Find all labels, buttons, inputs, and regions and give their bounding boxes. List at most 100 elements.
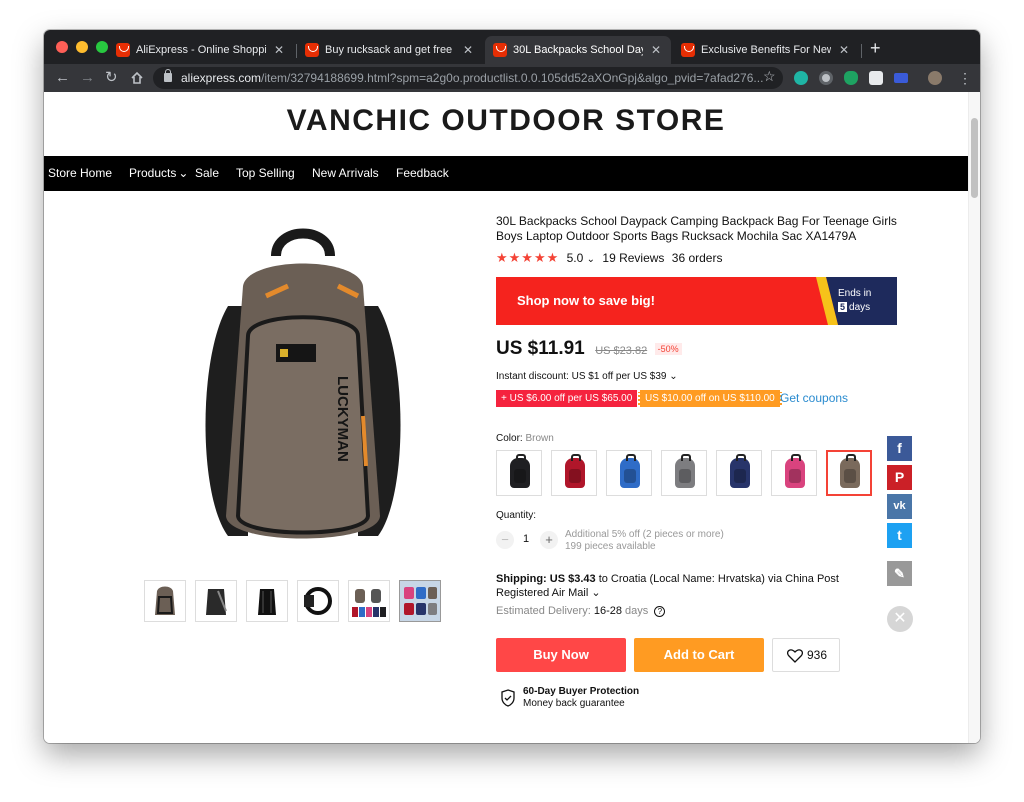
shipping-info[interactable]: Shipping: US $3.43 to Croatia (Local Nam… xyxy=(496,572,876,600)
orders-count: 36 orders xyxy=(671,251,723,265)
extension-screen-icon[interactable] xyxy=(894,73,908,83)
backpack-icon xyxy=(785,454,805,488)
product-title: 30L Backpacks School Daypack Camping Bac… xyxy=(496,214,897,243)
quantity-available: 199 pieces available xyxy=(565,541,656,552)
color-swatch-pink[interactable] xyxy=(771,450,817,496)
tab-title: Exclusive Benefits For Newcom xyxy=(701,44,831,56)
minimize-window-button[interactable] xyxy=(76,41,88,53)
reviews-link[interactable]: 19 Reviews xyxy=(602,251,664,265)
close-tab-icon[interactable]: ✕ xyxy=(837,43,851,57)
rating-score: 5.0 xyxy=(566,251,584,265)
thumbnail-6[interactable] xyxy=(399,580,441,622)
pinterest-icon[interactable]: P xyxy=(887,465,912,490)
current-price: US $11.91 xyxy=(496,338,585,359)
tab-exclusive-benefits[interactable]: Exclusive Benefits For Newcom ✕ xyxy=(673,36,859,64)
color-swatch-black[interactable] xyxy=(496,450,542,496)
thumbnail-1[interactable] xyxy=(144,580,186,622)
color-swatch-navy[interactable] xyxy=(716,450,762,496)
scrollbar[interactable] xyxy=(968,92,980,743)
tab-title: Buy rucksack and get free ship xyxy=(325,44,455,56)
scrollbar-thumb[interactable] xyxy=(971,118,978,198)
color-swatch-brown[interactable] xyxy=(826,450,872,496)
url-path: /item/32794188699.html?spm=a2g0o.product… xyxy=(261,71,764,85)
coupon-badge-1[interactable]: + US $6.00 off per US $65.00 xyxy=(496,390,638,407)
kebab-menu-icon[interactable]: ⋮ xyxy=(958,68,972,88)
close-icon[interactable]: ✕ xyxy=(887,606,913,632)
close-tab-icon[interactable]: ✕ xyxy=(461,43,475,57)
close-window-button[interactable] xyxy=(56,41,68,53)
color-swatch-gray[interactable] xyxy=(661,450,707,496)
back-arrow-icon[interactable]: ← xyxy=(55,68,70,88)
price-row: US $11.91 US $23.82 -50% xyxy=(496,338,682,360)
vk-icon[interactable]: vk xyxy=(887,494,912,519)
thumbnail-2[interactable] xyxy=(195,580,237,622)
chevron-down-icon: ⌄ xyxy=(178,166,189,180)
promo-days-label: days xyxy=(849,302,871,313)
thumbnail-3[interactable] xyxy=(246,580,288,622)
delivery-label: Estimated Delivery: xyxy=(496,605,591,617)
extension-g-icon[interactable] xyxy=(869,71,883,85)
url-host: aliexpress.com xyxy=(181,71,262,85)
tab-separator xyxy=(861,44,862,58)
browser-window: AliExpress - Online Shopping f ✕ Buy ruc… xyxy=(44,30,980,743)
tab-aliexpress-home[interactable]: AliExpress - Online Shopping f ✕ xyxy=(108,36,294,64)
backpack-logo-text: LUCKYMAN xyxy=(334,376,351,462)
instant-discount[interactable]: Instant discount: US $1 off per US $39 ⌄ xyxy=(496,371,678,382)
color-swatch-red[interactable] xyxy=(551,450,597,496)
home-icon[interactable] xyxy=(130,71,144,85)
backpack-icon xyxy=(510,454,530,488)
delivery-unit: days xyxy=(625,605,649,617)
get-coupons-link[interactable]: Get coupons xyxy=(780,390,848,407)
product-main-image[interactable]: LUCKYMAN xyxy=(188,216,418,566)
quantity-decrease-button[interactable]: − xyxy=(496,531,514,549)
tab-title: AliExpress - Online Shopping f xyxy=(136,44,266,56)
edit-icon[interactable]: ✎ xyxy=(887,561,912,586)
close-tab-icon[interactable]: ✕ xyxy=(272,43,286,57)
zoom-window-button[interactable] xyxy=(96,41,108,53)
promo-banner[interactable]: Shop now to save big! Ends in 5 days xyxy=(496,277,897,325)
buy-now-button[interactable]: Buy Now xyxy=(496,638,626,672)
wishlist-button[interactable]: 936 xyxy=(772,638,840,672)
original-price: US $23.82 xyxy=(595,345,648,357)
quantity-note: Additional 5% off (2 pieces or more) 199 … xyxy=(565,529,724,553)
profile-avatar[interactable] xyxy=(928,71,942,85)
thumbnail-5[interactable] xyxy=(348,580,390,622)
quantity-input[interactable]: 1 xyxy=(523,533,529,545)
extension-m-icon[interactable] xyxy=(794,71,808,85)
protection-subtitle: Money back guarantee xyxy=(523,698,625,709)
tab-backpack-product[interactable]: 30L Backpacks School Daypac ✕ xyxy=(485,36,671,64)
thumbnail-image xyxy=(206,589,227,615)
nav-products[interactable]: Products ⌄ xyxy=(129,166,188,180)
forward-arrow-icon[interactable]: → xyxy=(80,68,95,88)
thumbnail-4[interactable] xyxy=(297,580,339,622)
tab-rucksack-search[interactable]: Buy rucksack and get free ship ✕ xyxy=(297,36,483,64)
close-tab-icon[interactable]: ✕ xyxy=(649,43,663,57)
nav-feedback[interactable]: Feedback xyxy=(396,166,449,180)
rating-value[interactable]: 5.0 ⌄ xyxy=(567,251,595,265)
nav-top-selling[interactable]: Top Selling xyxy=(236,166,295,180)
aliexpress-favicon-icon xyxy=(681,43,695,57)
help-question-icon[interactable]: ? xyxy=(654,606,666,617)
bookmark-star-icon[interactable]: ☆ xyxy=(763,68,776,85)
nav-sale[interactable]: Sale xyxy=(195,166,219,180)
quantity-increase-button[interactable]: + xyxy=(540,531,558,549)
extension-record-icon[interactable] xyxy=(819,71,833,85)
nav-new-arrivals[interactable]: New Arrivals xyxy=(312,166,379,180)
twitter-icon[interactable]: t xyxy=(887,523,912,548)
backpack-icon xyxy=(620,454,640,488)
page-content: VANCHIC OUTDOOR STORE Store Home Product… xyxy=(44,92,980,743)
coupon-badge-2[interactable]: US $10.00 off on US $110.00 xyxy=(638,390,782,407)
heart-icon xyxy=(787,649,803,663)
thumbnail-image xyxy=(258,589,276,615)
color-swatch-blue[interactable] xyxy=(606,450,652,496)
store-title: VANCHIC OUTDOOR STORE xyxy=(286,104,726,137)
color-label-text: Color: xyxy=(496,433,523,444)
facebook-icon[interactable]: f xyxy=(887,436,912,461)
protection-title: 60-Day Buyer Protection xyxy=(523,686,640,697)
new-tab-button[interactable]: + xyxy=(870,37,881,59)
reload-icon[interactable]: ↻ xyxy=(105,68,118,88)
address-bar[interactable]: aliexpress.com/item/32794188699.html?spm… xyxy=(153,67,783,89)
add-to-cart-button[interactable]: Add to Cart xyxy=(634,638,764,672)
extension-shield-icon[interactable] xyxy=(844,71,858,85)
nav-store-home[interactable]: Store Home xyxy=(48,166,112,180)
